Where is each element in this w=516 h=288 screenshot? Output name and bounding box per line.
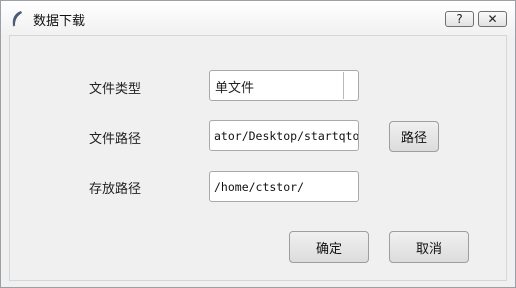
file-type-label: 文件类型 — [89, 82, 142, 97]
dialog-window: 数据下载 ? ✕ 文件类型 单文件 文件路径 ator/Desktop/star… — [0, 0, 516, 288]
save-path-input[interactable]: /home/ctstor/ — [209, 171, 359, 202]
save-path-value: /home/ctstor/ — [214, 179, 305, 194]
browse-path-button[interactable]: 路径 — [389, 121, 439, 152]
cancel-button[interactable]: 取消 — [389, 231, 469, 263]
window-title: 数据下载 — [33, 14, 86, 29]
file-path-input[interactable]: ator/Desktop/startqtouch — [209, 120, 359, 151]
file-type-value: 单文件 — [215, 81, 255, 96]
file-path-label: 文件路径 — [89, 132, 142, 147]
close-button[interactable]: ✕ — [478, 11, 507, 27]
save-path-label: 存放路径 — [89, 182, 142, 197]
feather-icon — [12, 11, 22, 27]
dialog-body: 文件类型 单文件 文件路径 ator/Desktop/startqtouch 路… — [9, 35, 507, 281]
help-button[interactable]: ? — [445, 11, 474, 27]
dropdown-arrow-icon[interactable] — [344, 72, 358, 99]
ok-button[interactable]: 确定 — [289, 231, 369, 263]
file-type-combobox[interactable]: 单文件 — [209, 70, 359, 101]
file-path-value: ator/Desktop/startqtouch — [214, 128, 358, 143]
title-bar[interactable]: 数据下载 ? ✕ — [1, 1, 515, 35]
